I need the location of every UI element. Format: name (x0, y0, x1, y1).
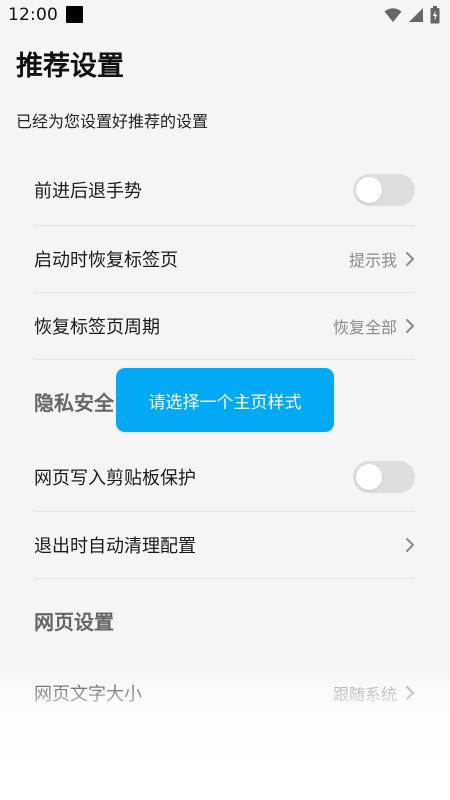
notification-icon (66, 6, 83, 23)
toast-message: 请选择一个主页样式 (116, 368, 334, 432)
battery-icon (430, 6, 440, 24)
status-time: 12:00 (8, 5, 58, 25)
divider (34, 292, 415, 293)
gesture-toggle[interactable] (353, 174, 415, 206)
setting-label-clipboard: 网页写入剪贴板保护 (34, 468, 196, 489)
status-icons (384, 6, 440, 24)
chevron-right-icon (406, 252, 414, 266)
setting-value-restore-on-start: 提示我 (348, 251, 397, 270)
setting-row-font-size[interactable]: 网页文字大小 跟随系统 (34, 678, 415, 708)
section-header-privacy: 隐私安全 (34, 391, 114, 415)
setting-row-clipboard[interactable]: 网页写入剪贴板保护 (34, 460, 415, 494)
setting-label-gesture: 前进后退手势 (34, 181, 142, 202)
divider (34, 511, 415, 512)
chevron-right-icon (406, 538, 414, 552)
setting-label-restore-on-start: 启动时恢复标签页 (34, 250, 178, 271)
signal-icon (409, 8, 423, 22)
page-subtitle: 已经为您设置好推荐的设置 (16, 112, 209, 131)
setting-row-restore-on-start[interactable]: 启动时恢复标签页 提示我 (34, 244, 415, 274)
setting-value-restore-period: 恢复全部 (332, 318, 397, 337)
setting-label-restore-period: 恢复标签页周期 (34, 317, 160, 338)
page-title: 推荐设置 (16, 51, 124, 82)
divider (34, 578, 415, 579)
chevron-right-icon (406, 686, 414, 700)
clipboard-toggle[interactable] (353, 461, 415, 493)
setting-row-auto-clean[interactable]: 退出时自动清理配置 (34, 530, 415, 560)
divider (34, 225, 415, 226)
status-bar: 12:00 (0, 0, 450, 32)
setting-row-restore-period[interactable]: 恢复标签页周期 恢复全部 (34, 311, 415, 341)
toggle-knob (356, 464, 382, 490)
setting-row-gesture[interactable]: 前进后退手势 (34, 173, 415, 207)
setting-label-font-size: 网页文字大小 (34, 684, 142, 705)
toggle-knob (356, 177, 382, 203)
setting-label-auto-clean: 退出时自动清理配置 (34, 536, 196, 557)
wifi-icon (384, 8, 402, 22)
divider (34, 359, 415, 360)
section-header-web: 网页设置 (34, 610, 114, 634)
chevron-right-icon (406, 319, 414, 333)
setting-value-font-size: 跟随系统 (332, 685, 397, 704)
